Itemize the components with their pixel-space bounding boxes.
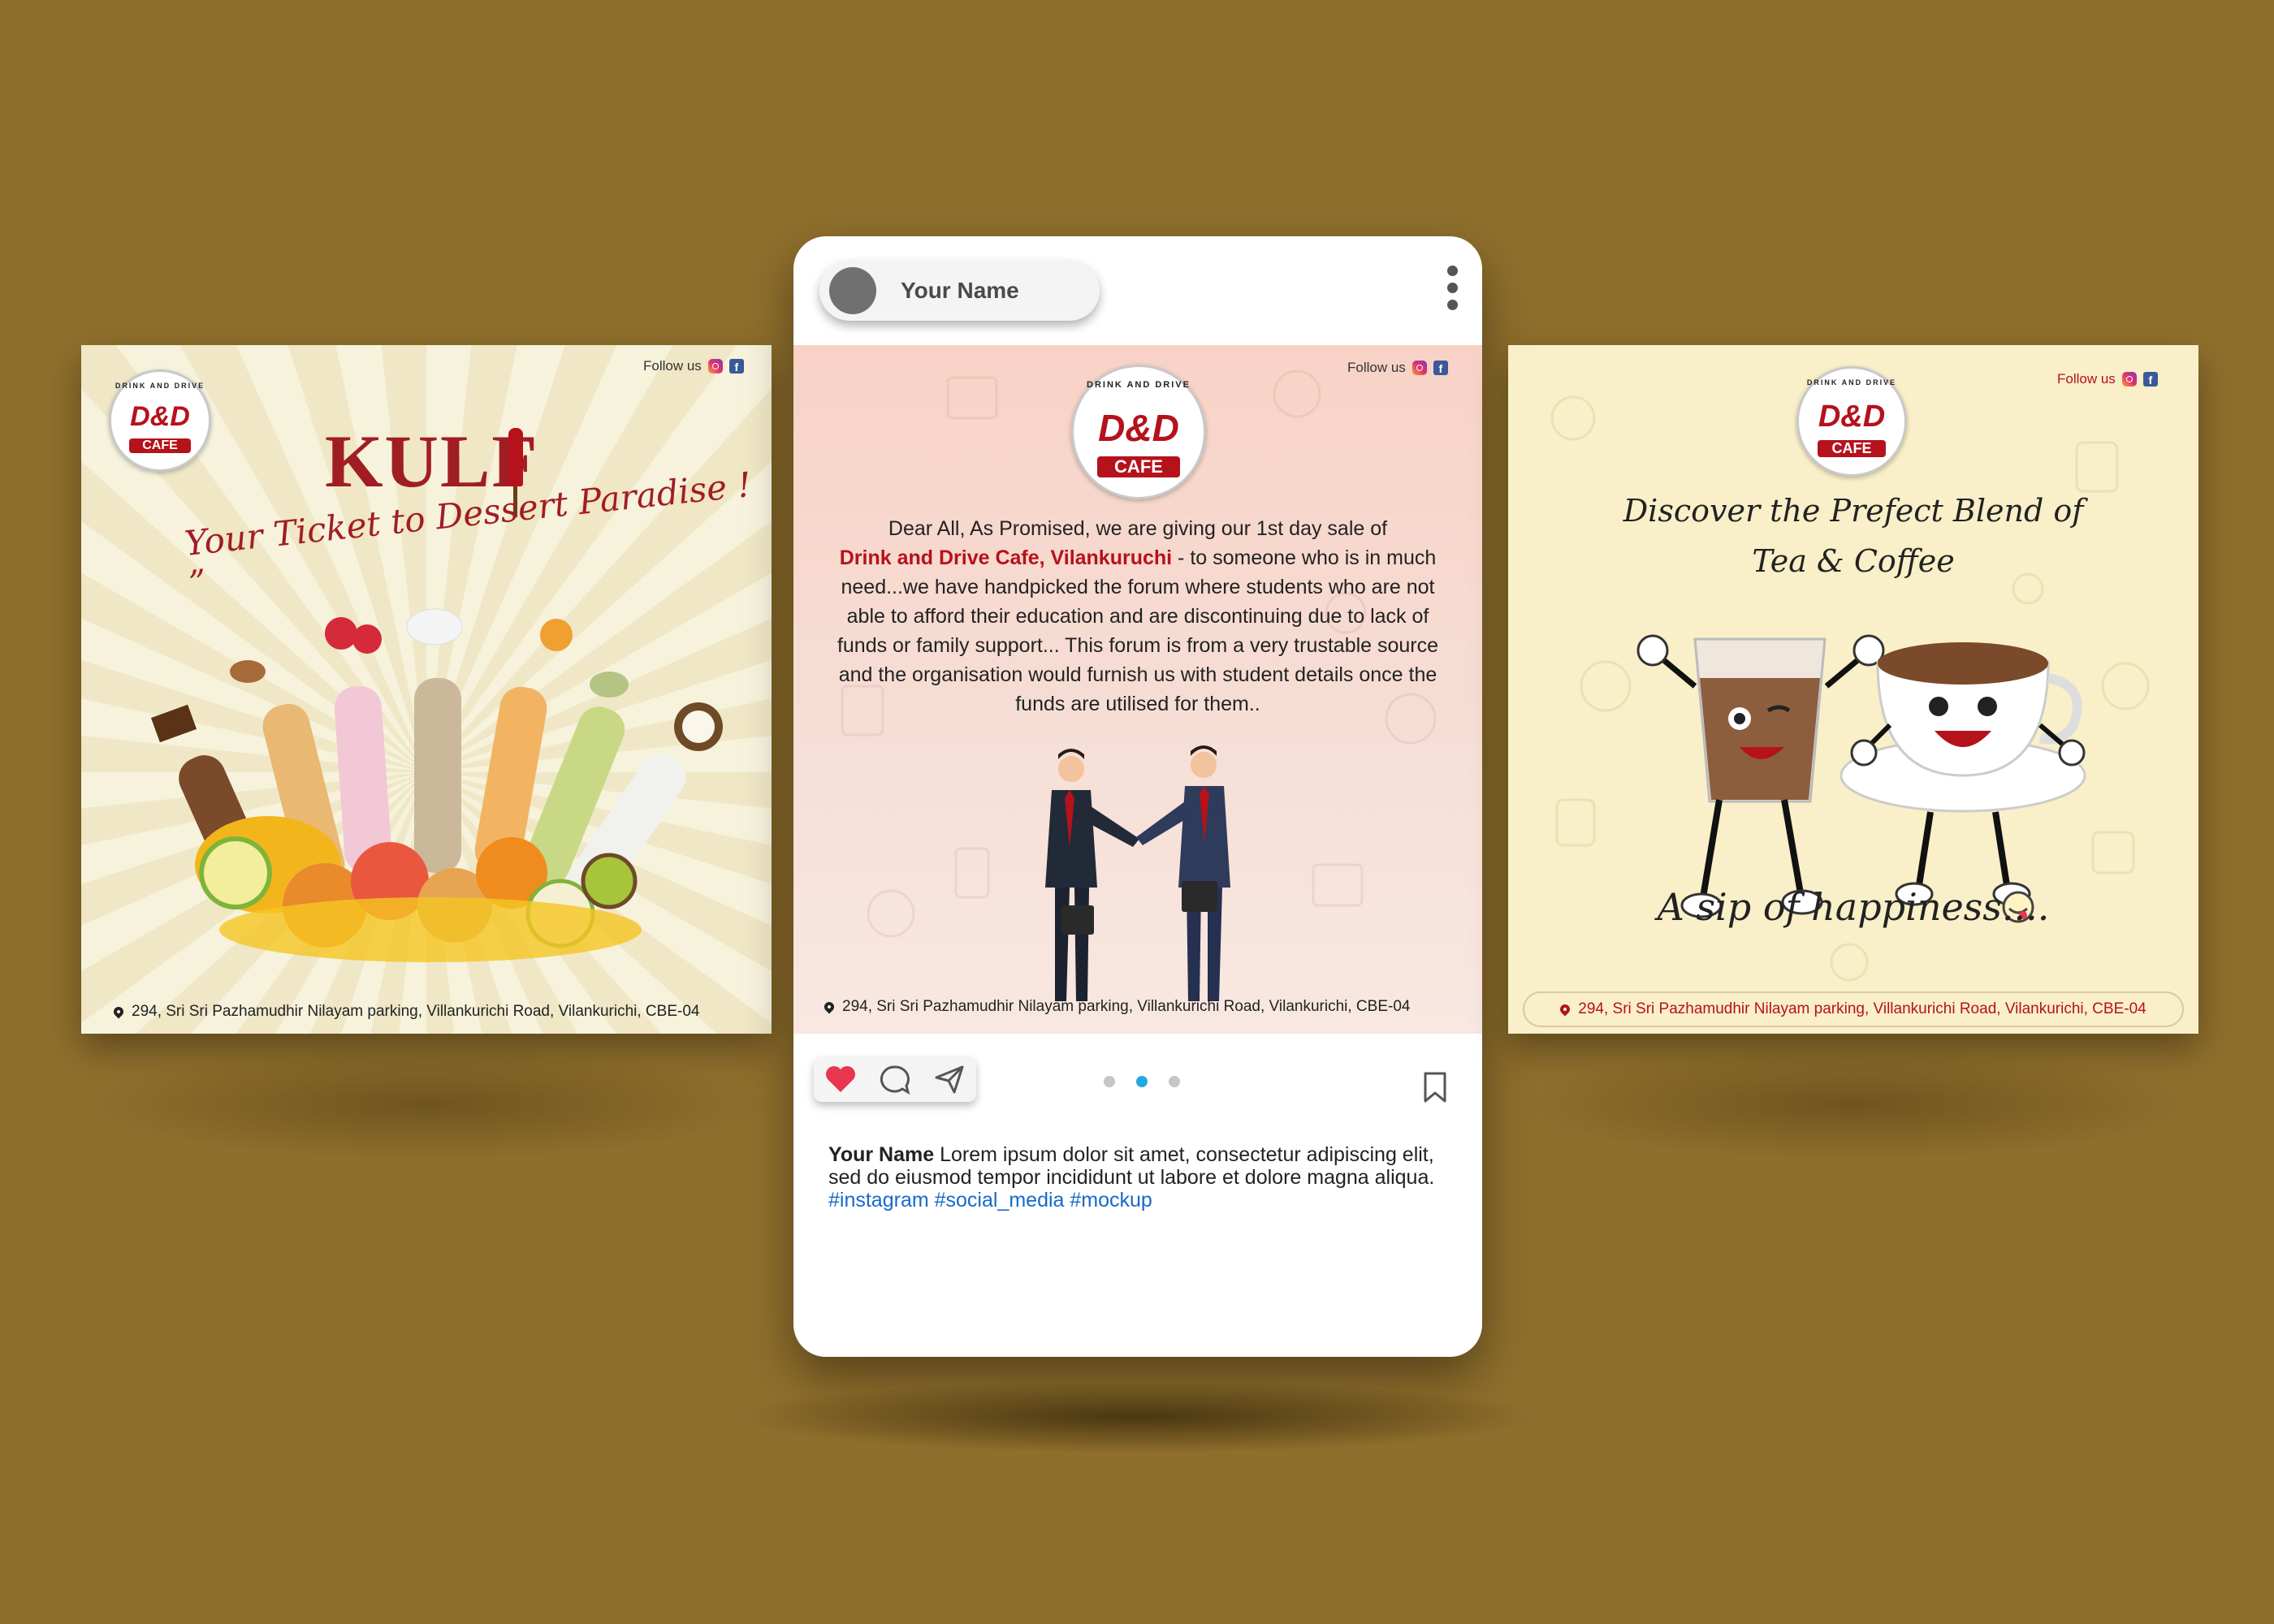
address-text: 294, Sri Sri Pazhamudhir Nilayam parking…	[132, 1003, 700, 1020]
more-options-icon[interactable]	[1446, 266, 1458, 310]
address: 294, Sri Sri Pazhamudhir Nilayam parking…	[1523, 991, 2184, 1027]
location-pin-icon	[1558, 1002, 1572, 1017]
comment-icon[interactable]	[879, 1064, 911, 1095]
caption-hashtags[interactable]: #instagram #social_media #mockup	[828, 1189, 1152, 1212]
slogan: A sip of happiness....	[1657, 885, 2050, 929]
location-pin-icon	[111, 1004, 126, 1019]
action-buttons	[814, 1056, 976, 1102]
carousel-dot-active[interactable]	[1136, 1076, 1148, 1087]
phone-floor-shadow	[731, 1380, 1543, 1453]
address-text: 294, Sri Sri Pazhamudhir Nilayam parking…	[842, 998, 1411, 1015]
tea-coffee-post: DRINK AND DRIVE D&D CAFE Follow us f Dis…	[1508, 345, 2198, 1034]
share-icon[interactable]	[933, 1065, 966, 1094]
tea-coffee-characters	[1636, 634, 2086, 923]
like-heart-icon[interactable]	[824, 1065, 857, 1094]
bookmark-icon[interactable]	[1422, 1071, 1448, 1104]
instagram-post-mockup: Your Name Follow us f DRINK AND DRIVE D&…	[793, 236, 1482, 1357]
carousel-indicator	[1104, 1076, 1180, 1087]
username[interactable]: Your Name	[901, 278, 1019, 304]
address: 294, Sri Sri Pazhamudhir Nilayam parking…	[111, 1003, 700, 1021]
carousel-dot[interactable]	[1104, 1076, 1115, 1087]
left-post-shadow	[81, 1047, 772, 1161]
kulfi-post: DRINK AND DRIVE D&D CAFE Follow us f KUL…	[81, 345, 772, 1034]
post-caption: Your Name Lorem ipsum dolor sit amet, co…	[828, 1143, 1446, 1212]
avatar[interactable]	[829, 267, 876, 314]
post-actions-bar	[793, 1048, 1482, 1113]
profile-header[interactable]: Your Name	[819, 261, 1100, 321]
kulfi-illustration	[150, 608, 723, 962]
right-post-shadow	[1508, 1047, 2198, 1161]
address: 294, Sri Sri Pazhamudhir Nilayam parking…	[822, 998, 1411, 1016]
coffee-cup	[1840, 642, 2086, 906]
handshake-illustration	[1045, 745, 1230, 1001]
carousel-dot[interactable]	[1169, 1076, 1180, 1087]
donation-post: Follow us f DRINK AND DRIVE D&D CAFE Dea…	[793, 345, 1482, 1034]
caption-username[interactable]: Your Name	[828, 1143, 934, 1166]
location-pin-icon	[822, 1000, 837, 1014]
address-text: 294, Sri Sri Pazhamudhir Nilayam parking…	[1578, 1000, 2146, 1017]
